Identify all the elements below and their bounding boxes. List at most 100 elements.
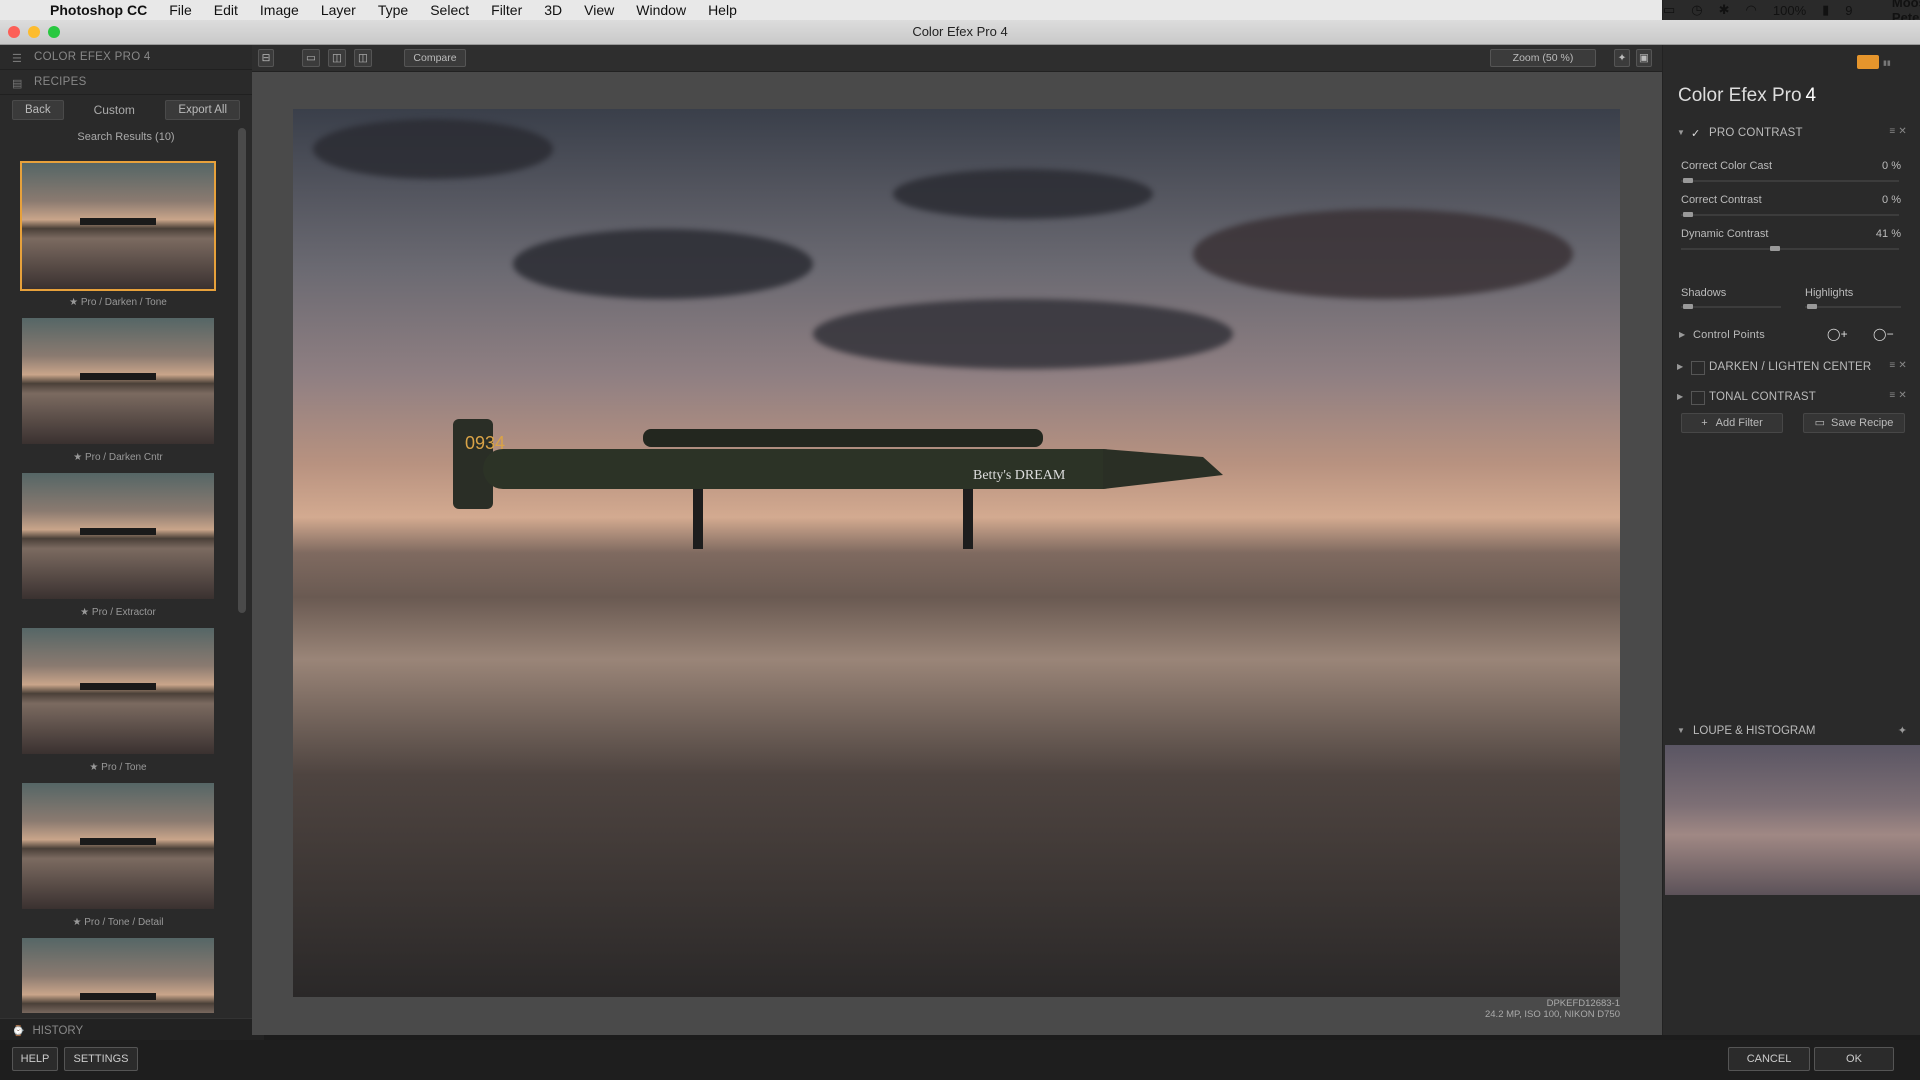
filter-menu-icon[interactable]: ≡ ✕ (1889, 390, 1907, 401)
help-button[interactable]: HELP (12, 1047, 58, 1071)
filter-menu-icon[interactable]: ≡ ✕ (1889, 360, 1907, 371)
export-all-button[interactable]: Export All (165, 100, 240, 120)
recipes-header[interactable]: ▤ RECIPES (0, 70, 252, 95)
save-recipe-label: Save Recipe (1831, 417, 1894, 429)
zoom-dropdown[interactable]: Zoom (50 %) (1490, 49, 1596, 67)
expand-down-icon[interactable]: ▼ (1677, 128, 1685, 137)
battery-icon[interactable]: ▮ (1822, 2, 1829, 18)
menu-layer[interactable]: Layer (321, 2, 356, 18)
expand-right-icon[interactable]: ▶ (1677, 392, 1683, 401)
menu-window[interactable]: Window (636, 2, 686, 18)
zoom-window-icon[interactable] (48, 26, 60, 38)
preview-image[interactable]: 0934 Betty's DREAM (293, 109, 1620, 997)
list-item[interactable]: ★ Pro / Tone (20, 626, 216, 773)
recipe-thumbnail[interactable] (20, 626, 216, 756)
menu-app[interactable]: Photoshop CC (50, 2, 147, 18)
highlights-label: Highlights (1805, 287, 1854, 299)
slider-handle[interactable] (1683, 178, 1693, 183)
loupe-header[interactable]: ▼ LOUPE & HISTOGRAM ✦ (1663, 721, 1920, 743)
recipe-label: ★ Pro / Tone / Detail (72, 917, 164, 928)
filter-menu-icon[interactable]: ≡ ✕ (1889, 126, 1907, 137)
panel-toggle-icon[interactable]: ☰ (12, 52, 26, 65)
menu-type[interactable]: Type (378, 2, 408, 18)
dynamic-contrast-slider[interactable] (1681, 246, 1899, 251)
bluetooth-icon[interactable]: ✱ (1719, 2, 1730, 18)
image-name: DPKEFD12683-1 (1546, 998, 1620, 1009)
filter-pro-contrast[interactable]: ▼ ✓ PRO CONTRAST ≡ ✕ (1663, 123, 1920, 145)
correct-color-cast-slider[interactable] (1681, 178, 1899, 183)
side-by-side-icon[interactable]: ◫ (354, 49, 372, 67)
custom-tab[interactable]: Custom (94, 103, 135, 117)
split-view-icon[interactable]: ◫ (328, 49, 346, 67)
menu-3d[interactable]: 3D (544, 2, 562, 18)
shadows-slider[interactable] (1681, 304, 1781, 309)
menu-select[interactable]: Select (430, 2, 469, 18)
recipe-thumbnail[interactable] (20, 471, 216, 601)
thumbnail-image (22, 628, 214, 754)
battery-level[interactable]: 100% (1773, 3, 1806, 18)
compare-button[interactable]: Compare (404, 49, 466, 67)
list-item[interactable] (20, 936, 216, 1013)
filter-name: DARKEN / LIGHTEN CENTER (1709, 361, 1872, 373)
single-view-icon[interactable]: ▭ (302, 49, 320, 67)
checkbox-icon[interactable] (1691, 391, 1705, 405)
filter-tonal-contrast[interactable]: ▶ TONAL CONTRAST ≡ ✕ (1663, 387, 1920, 409)
recipe-thumbnail[interactable] (20, 936, 216, 1013)
wifi-icon[interactable]: ◠ (1746, 2, 1757, 18)
slider-handle[interactable] (1807, 304, 1817, 309)
add-control-point-icon[interactable]: ◯+ (1827, 327, 1848, 341)
slider-value: 41 % (1875, 228, 1901, 240)
control-points-row[interactable]: ▶ Control Points ◯+ ◯− (1663, 327, 1920, 345)
recipe-thumbnail[interactable] (20, 781, 216, 911)
settings-button[interactable]: SETTINGS (64, 1047, 138, 1071)
list-item[interactable]: ★ Pro / Extractor (20, 471, 216, 618)
remove-control-point-icon[interactable]: ◯− (1873, 327, 1894, 341)
save-icon: ▭ (1814, 417, 1826, 429)
airplay-icon[interactable]: ▭ (1663, 2, 1675, 18)
back-button[interactable]: Back (12, 100, 64, 120)
slider-label: Dynamic Contrast (1681, 228, 1769, 240)
clock-icon[interactable]: ◷ (1691, 2, 1702, 18)
expand-down-icon[interactable]: ▼ (1677, 726, 1685, 735)
menu-filter[interactable]: Filter (491, 2, 522, 18)
list-item[interactable]: ★ Pro / Darken / Tone (20, 161, 216, 308)
thumbnail-image (22, 473, 214, 599)
list-item[interactable]: ★ Pro / Tone / Detail (20, 781, 216, 928)
plugin-name: Color Efex Pro (1678, 85, 1802, 106)
menu-view[interactable]: View (584, 2, 614, 18)
menu-help[interactable]: Help (708, 2, 737, 18)
menu-edit[interactable]: Edit (214, 2, 238, 18)
thumbnails-scrollbar[interactable] (238, 128, 246, 613)
expand-right-icon[interactable]: ▶ (1679, 330, 1685, 339)
close-window-icon[interactable] (8, 26, 20, 38)
correct-contrast-slider[interactable] (1681, 212, 1899, 217)
slider-handle[interactable] (1683, 304, 1693, 309)
checkbox-icon[interactable] (1691, 361, 1705, 375)
aircraft: 0934 Betty's DREAM (453, 419, 1223, 549)
minimize-window-icon[interactable] (28, 26, 40, 38)
highlights-slider[interactable] (1805, 304, 1901, 309)
panel-header: ☰ COLOR EFEX PRO 4 (0, 45, 252, 70)
add-filter-button[interactable]: + Add Filter (1681, 413, 1783, 433)
loupe-icon[interactable]: ✦ (1614, 49, 1630, 67)
toggle-panel-icon[interactable]: ⊟ (258, 49, 274, 67)
filter-darken-lighten-center[interactable]: ▶ DARKEN / LIGHTEN CENTER ≡ ✕ (1663, 357, 1920, 379)
recipe-thumbnail[interactable] (20, 161, 216, 291)
menu-file[interactable]: File (169, 2, 192, 18)
menu-image[interactable]: Image (260, 2, 299, 18)
history-title: HISTORY (32, 1025, 84, 1037)
list-item[interactable]: ★ Pro / Darken Cntr (20, 316, 216, 463)
checkbox-checked-icon[interactable]: ✓ (1691, 127, 1703, 140)
recipe-label: ★ Pro / Tone (89, 762, 147, 773)
cancel-button[interactable]: CANCEL (1728, 1047, 1810, 1071)
background-icon[interactable]: ▣ (1636, 49, 1652, 67)
expand-right-icon[interactable]: ▶ (1677, 362, 1683, 371)
cloud-shape (813, 299, 1233, 369)
ok-button[interactable]: OK (1814, 1047, 1894, 1071)
recipe-thumbnail[interactable] (20, 316, 216, 446)
pin-icon[interactable]: ✦ (1898, 724, 1907, 737)
filter-name: TONAL CONTRAST (1709, 391, 1816, 403)
slider-handle[interactable] (1683, 212, 1693, 217)
save-recipe-button[interactable]: ▭ Save Recipe (1803, 413, 1905, 433)
slider-handle[interactable] (1770, 246, 1780, 251)
